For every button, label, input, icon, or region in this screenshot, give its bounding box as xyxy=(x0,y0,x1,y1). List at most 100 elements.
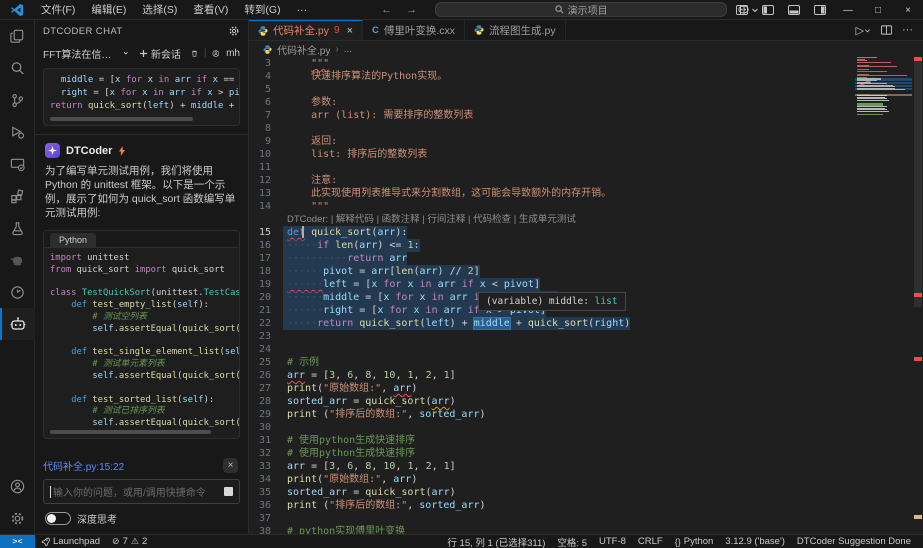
code-line[interactable]: 14 """ xyxy=(249,200,923,213)
window-minimize-button[interactable]: — xyxy=(833,0,863,20)
code-editor[interactable]: 3 """4 快速排序算法的Python实现。56 参数:7 arr (list… xyxy=(249,57,923,534)
code-line[interactable]: 16·····if len(arr) <= 1: xyxy=(249,239,923,252)
code-line[interactable]: 29print ("排序后的数组:", sorted_arr) xyxy=(249,408,923,421)
run-button[interactable]: ▷ xyxy=(856,24,871,37)
code-line[interactable]: 15def quick_sort(arr): xyxy=(249,226,923,239)
menu-edit[interactable]: 编辑(E) xyxy=(83,0,134,20)
code-lang-tab[interactable]: Python xyxy=(50,233,96,247)
code-line[interactable]: 9 返回: xyxy=(249,135,923,148)
problems-item[interactable]: ⊘ 7 ⚠ 2 xyxy=(106,536,153,547)
session-dropdown[interactable]: FFT算法在信号处理中... xyxy=(43,46,117,61)
settings-gear-icon[interactable] xyxy=(0,502,35,534)
tab-close-icon[interactable]: × xyxy=(347,25,353,37)
account-icon[interactable] xyxy=(0,470,35,502)
code-line[interactable]: 26arr = [3, 6, 8, 10, 1, 2, 1] xyxy=(249,369,923,382)
menu-file[interactable]: 文件(F) xyxy=(33,0,83,20)
window-maximize-button[interactable]: □ xyxy=(863,0,893,20)
trash-icon[interactable] xyxy=(191,48,198,59)
test-beaker-icon[interactable] xyxy=(0,212,35,244)
toggle-secondary-sidebar-icon[interactable] xyxy=(807,0,833,20)
cursor-position-item[interactable]: 行 15, 列 1 (已选择311) xyxy=(441,535,551,548)
code-line[interactable]: 6 参数: xyxy=(249,96,923,109)
new-session-button[interactable]: 新会话 xyxy=(139,46,181,61)
explorer-icon[interactable] xyxy=(0,20,35,52)
context-close-icon[interactable]: × xyxy=(223,458,238,473)
chevron-down-icon[interactable] xyxy=(123,49,129,57)
menu-more[interactable]: ··· xyxy=(289,0,316,20)
horizontal-scrollbar[interactable] xyxy=(50,430,233,434)
teapot-icon[interactable] xyxy=(0,244,35,276)
code-line[interactable]: 11 xyxy=(249,161,923,174)
code-line[interactable]: 25# 示例 xyxy=(249,356,923,369)
code-line[interactable]: 30 xyxy=(249,421,923,434)
chat-settings-gear-icon[interactable] xyxy=(228,25,240,37)
context-reference-chip[interactable]: 代码补全.py:15:22 xyxy=(43,458,223,473)
code-line[interactable]: 24 xyxy=(249,343,923,356)
code-line[interactable]: 32# 使用python生成快速排序 xyxy=(249,447,923,460)
code-line[interactable]: 19······left = [x for x in arr if x < pi… xyxy=(249,278,923,291)
code-line[interactable]: 7 arr (list): 需要排序的整数列表 xyxy=(249,109,923,122)
split-editor-icon[interactable] xyxy=(881,25,892,35)
window-close-button[interactable]: × xyxy=(893,0,923,20)
robot-chat-icon[interactable] xyxy=(0,308,35,340)
code-line[interactable]: 8 xyxy=(249,122,923,135)
clock-icon[interactable] xyxy=(0,276,35,308)
source-control-icon[interactable] xyxy=(0,84,35,116)
more-actions-icon[interactable]: ··· xyxy=(902,24,913,36)
code-line[interactable]: 12 注意: xyxy=(249,174,923,187)
code-line[interactable]: 35sorted_arr = quick_sort(arr) xyxy=(249,486,923,499)
code-line[interactable]: 17··········return arr xyxy=(249,252,923,265)
tab-fourier-transform[interactable]: C 傅里叶变换.cxx xyxy=(363,20,465,40)
python-interpreter-item[interactable]: 3.12.9 ('base') xyxy=(719,536,791,547)
deep-think-toggle[interactable] xyxy=(45,512,71,525)
code-line[interactable]: 22·····return quick_sort(left) + middle … xyxy=(249,317,923,330)
code-line[interactable]: 10 list: 排序后的整数列表 xyxy=(249,148,923,161)
code-line[interactable]: 37 xyxy=(249,512,923,525)
minimap[interactable] xyxy=(855,57,912,307)
code-line[interactable]: 28sorted_arr = quick_sort(arr) xyxy=(249,395,923,408)
menu-view[interactable]: 查看(V) xyxy=(185,0,236,20)
search-icon[interactable] xyxy=(0,52,35,84)
code-line[interactable]: 5 xyxy=(249,83,923,96)
toggle-panel-icon[interactable] xyxy=(781,0,807,20)
code-line[interactable]: 23 xyxy=(249,330,923,343)
run-debug-icon[interactable] xyxy=(0,116,35,148)
code-line[interactable]: 34print("原始数组:", arr) xyxy=(249,473,923,486)
send-stop-button[interactable] xyxy=(224,487,233,496)
extensions-icon[interactable] xyxy=(0,180,35,212)
code-line[interactable]: 31# 使用python生成快速排序 xyxy=(249,434,923,447)
editor-scrollbar[interactable] xyxy=(913,57,923,534)
eol-item[interactable]: CRLF xyxy=(632,536,669,547)
horizontal-scrollbar[interactable] xyxy=(50,117,233,121)
code-line[interactable]: 33arr = [3, 6, 8, 10, 1, 2, 1] xyxy=(249,460,923,473)
remote-indicator[interactable]: >< xyxy=(0,535,35,548)
chat-input[interactable]: 输入你的问题，或用/调用快捷命令 xyxy=(43,479,240,504)
toggle-sidebar-icon[interactable] xyxy=(755,0,781,20)
account-name[interactable]: mh xyxy=(226,48,240,59)
codelens-actions[interactable]: DTCoder: | 解释代码 | 函数注释 | 行间注释 | 代码检查 | 生… xyxy=(249,213,923,226)
menu-goto[interactable]: 转到(G) xyxy=(236,0,288,20)
toggle-columns-icon[interactable] xyxy=(729,0,755,20)
indentation-item[interactable]: 空格: 5 xyxy=(551,535,593,548)
menu-selection[interactable]: 选择(S) xyxy=(134,0,185,20)
account-avatar-icon[interactable] xyxy=(212,48,220,59)
code-line[interactable]: 36print ("排序后的数组:", sorted_arr) xyxy=(249,499,923,512)
breadcrumb-file[interactable]: 代码补全.py xyxy=(277,42,330,57)
nav-back-icon[interactable]: ← xyxy=(381,4,392,16)
launchpad-item[interactable]: Launchpad xyxy=(35,536,106,547)
code-line[interactable]: 4 快速排序算法的Python实现。 xyxy=(249,70,923,83)
command-center-search[interactable]: 演示项目 xyxy=(435,2,727,17)
encoding-item[interactable]: UTF-8 xyxy=(593,536,632,547)
tab-flowchart-gen[interactable]: 流程图生成.py xyxy=(465,20,566,40)
code-line[interactable]: 13 此实现使用列表推导式来分割数组，这可能会导致额外的内存开销。 xyxy=(249,187,923,200)
dtcoder-suggestion-item[interactable]: DTCoder Suggestion Done xyxy=(791,536,917,547)
language-item[interactable]: {} Python xyxy=(669,536,720,547)
code-line[interactable]: 18······pivot = arr[len(arr) // 2] xyxy=(249,265,923,278)
tab-code-completion[interactable]: 代码补全.py 9 × xyxy=(249,20,363,40)
code-line[interactable]: 38# python实现傅里叶变换 xyxy=(249,525,923,534)
code-line[interactable]: 3 """ xyxy=(249,57,923,70)
nav-forward-icon[interactable]: → xyxy=(406,4,417,16)
code-line[interactable]: 27print("原始数组:", arr) xyxy=(249,382,923,395)
breadcrumb[interactable]: 代码补全.py › ... xyxy=(249,41,923,57)
breadcrumb-more[interactable]: ... xyxy=(344,44,352,55)
